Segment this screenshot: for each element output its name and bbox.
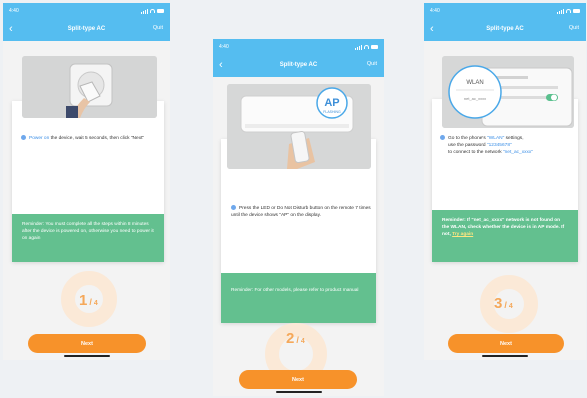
wlan-label: WLAN <box>466 80 483 86</box>
wifi-icon <box>364 45 369 49</box>
ap-badge-sub: FLASHING <box>323 110 341 114</box>
bullet-icon <box>231 205 236 211</box>
status-icons <box>557 8 580 14</box>
status-bar: 4:40 <box>9 6 164 16</box>
instruction-highlight: Power on <box>29 136 50 141</box>
plug-illustration <box>22 56 157 118</box>
instruction-body: Press the LED or Do Not Disturb button o… <box>231 206 371 218</box>
phone-screen-step-1: 4:40 ‹ Split-type AC Quit Power on the d… <box>3 3 170 360</box>
page-title: Split-type AC <box>67 26 106 32</box>
signal-icon <box>557 8 564 14</box>
wlan-settings-icon: WLAN net_ac_xxxx <box>442 56 574 128</box>
step-indicator: 2/4 <box>286 330 305 347</box>
status-bar: 4:40 <box>430 6 580 16</box>
password-highlight: "12345678" <box>486 143 512 148</box>
step-current: 2 <box>286 330 295 347</box>
instruction-line-1: Go to the phone's "WLAN" settings, <box>440 135 572 142</box>
instruction-highlight: "WLAN" <box>487 136 505 141</box>
home-indicator <box>63 355 110 357</box>
chevron-left-icon[interactable]: ‹ <box>9 23 13 35</box>
ac-remote-illustration: AP FLASHING <box>227 84 371 169</box>
wifi-icon <box>150 9 155 13</box>
quit-button[interactable]: Quit <box>569 25 579 31</box>
quit-button[interactable]: Quit <box>153 25 163 31</box>
status-icons <box>141 8 164 14</box>
status-time: 4:40 <box>430 8 440 14</box>
instruction-line-2: use the password "12345678" <box>448 142 572 149</box>
wlan-settings-illustration: WLAN net_ac_xxxx <box>442 56 574 128</box>
page-title: Split-type AC <box>486 26 524 32</box>
step-indicator: 3/4 <box>494 295 513 312</box>
step-current: 3 <box>494 295 503 312</box>
step-total: 4 <box>93 300 98 307</box>
bullet-icon <box>440 135 445 141</box>
step-separator: / <box>504 300 507 310</box>
next-button[interactable]: Next <box>448 334 564 353</box>
nav-bar: ‹ Split-type AC Quit <box>213 56 384 74</box>
network-highlight: "net_ac_xxxx" <box>502 150 534 155</box>
battery-icon <box>371 45 378 49</box>
status-bar: 4:40 <box>219 42 378 52</box>
instruction-text-part: settings, <box>504 136 524 141</box>
signal-icon <box>355 44 362 50</box>
step-total: 4 <box>508 303 513 310</box>
nav-bar: ‹ Split-type AC Quit <box>424 20 586 38</box>
phone-screen-step-2: 4:40 ‹ Split-type AC Quit Press the LED … <box>213 39 384 396</box>
home-indicator <box>275 391 322 393</box>
instruction-text-part: to connect to the network <box>448 150 503 155</box>
instruction-text: Go to the phone's "WLAN" settings, use t… <box>440 135 572 156</box>
next-button[interactable]: Next <box>239 370 357 389</box>
header: 4:40 ‹ Split-type AC Quit <box>3 3 170 41</box>
chevron-left-icon[interactable]: ‹ <box>430 23 434 35</box>
status-time: 4:40 <box>219 44 229 50</box>
next-button[interactable]: Next <box>28 334 146 353</box>
step-total: 4 <box>300 338 305 345</box>
wifi-icon <box>566 9 571 13</box>
instruction-body: the device, wait 5 seconds, then click "… <box>49 136 145 141</box>
reminder-banner: Reminder: If "net_ac_xxxx" network is no… <box>432 210 578 262</box>
quit-button[interactable]: Quit <box>367 61 377 67</box>
try-again-link[interactable]: Try again <box>452 232 473 237</box>
instruction-card: Power on the device, wait 5 seconds, the… <box>12 101 164 262</box>
battery-icon <box>157 9 164 13</box>
reminder-banner: Reminder: You must complete all the step… <box>12 214 164 262</box>
status-icons <box>355 44 378 50</box>
battery-icon <box>573 9 580 13</box>
chevron-left-icon[interactable]: ‹ <box>219 59 223 71</box>
instruction-text-part: use the password <box>448 143 487 148</box>
header: 4:40 ‹ Split-type AC Quit <box>424 3 586 41</box>
header: 4:40 ‹ Split-type AC Quit <box>213 39 384 77</box>
plug-socket-icon <box>22 56 157 118</box>
reminder-banner: Reminder: For other models, please refer… <box>221 273 376 323</box>
step-separator: / <box>296 335 299 345</box>
instruction-text-part: Go to the phone's <box>448 136 488 141</box>
page-title: Split-type AC <box>279 62 318 68</box>
step-separator: / <box>89 297 92 307</box>
status-time: 4:40 <box>9 8 19 14</box>
bullet-icon <box>21 135 26 141</box>
step-current: 1 <box>79 292 88 309</box>
instruction-text: Power on the device, wait 5 seconds, the… <box>21 135 153 142</box>
signal-icon <box>141 8 148 14</box>
phone-screen-step-3: 4:40 ‹ Split-type AC Quit Go to the phon… <box>424 3 586 360</box>
nav-bar: ‹ Split-type AC Quit <box>3 20 170 38</box>
instruction-line-3: to connect to the network "net_ac_xxxx" <box>448 149 572 156</box>
wlan-network-name: net_ac_xxxx <box>464 96 486 101</box>
ap-badge-text: AP <box>324 97 339 109</box>
step-indicator: 1/4 <box>79 292 98 309</box>
ac-unit-icon: AP FLASHING <box>227 84 371 169</box>
instruction-text: Press the LED or Do Not Disturb button o… <box>231 205 371 219</box>
home-indicator <box>482 355 528 357</box>
